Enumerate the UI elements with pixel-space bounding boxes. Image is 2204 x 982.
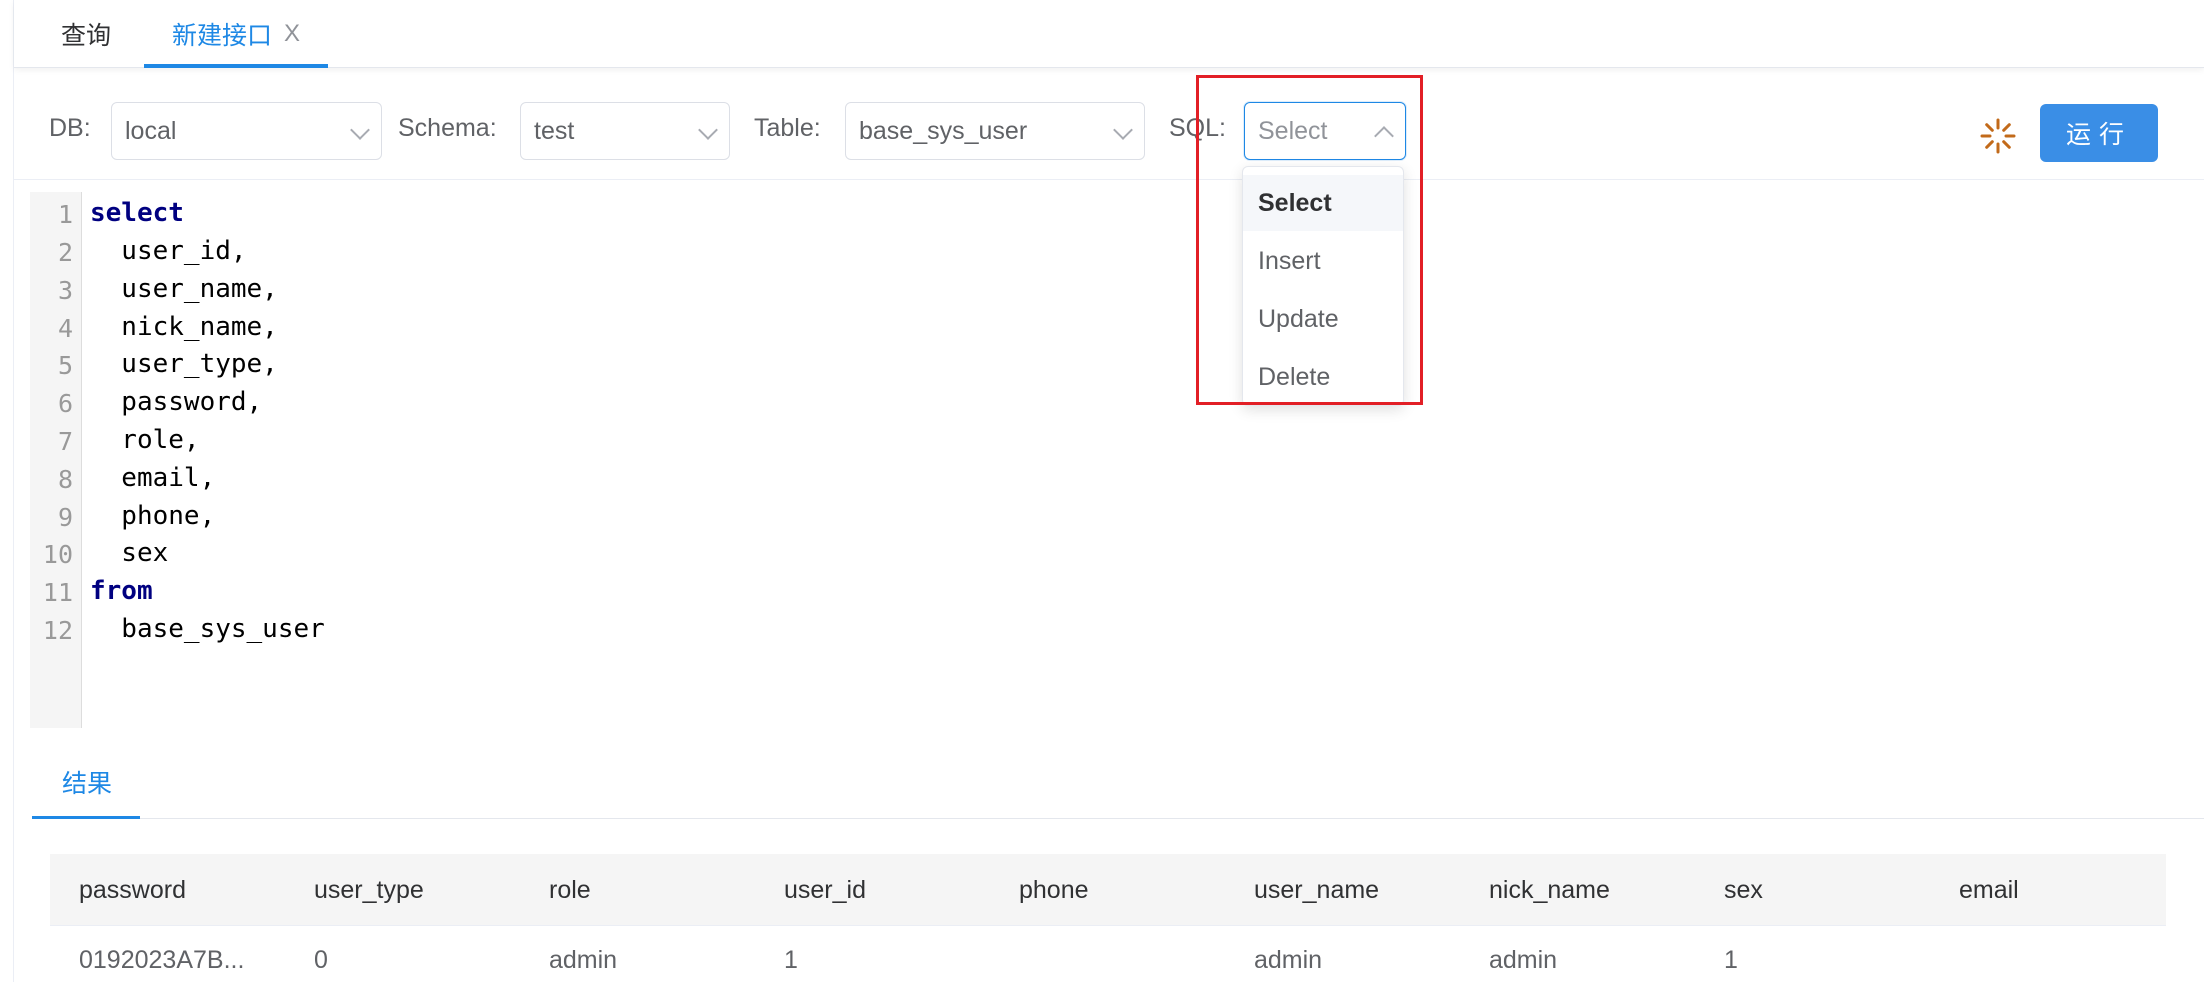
line-number: 1: [57, 200, 73, 229]
chevron-down-icon: [1113, 120, 1133, 140]
tab-new-api-label: 新建接口: [172, 22, 273, 50]
line-number: 11: [42, 578, 73, 607]
db-select-value: local: [125, 116, 177, 145]
column-header[interactable]: nick_name: [1489, 876, 1610, 905]
code-line: user_type,: [90, 349, 278, 379]
run-button[interactable]: 运行: [2040, 104, 2158, 162]
chevron-down-icon: [350, 120, 370, 140]
line-number: 12: [42, 616, 73, 645]
column-header[interactable]: sex: [1724, 876, 1763, 905]
code-line: user_name,: [90, 274, 278, 304]
column-header[interactable]: user_name: [1254, 876, 1379, 905]
table-select-value: base_sys_user: [859, 116, 1028, 145]
column-header[interactable]: password: [79, 876, 186, 905]
table-cell: admin: [1254, 946, 1323, 974]
tab-new-api[interactable]: 新建接口 X: [172, 0, 300, 68]
tab-bar: 查询 新建接口 X: [14, 0, 2204, 68]
code-line: select: [90, 198, 184, 228]
table-cell: 1: [1724, 946, 1738, 974]
column-header[interactable]: user_id: [784, 876, 866, 905]
code-line: email,: [90, 463, 216, 493]
schema-label: Schema:: [398, 114, 497, 142]
query-toolbar: DB: local Schema: test Table: base_sys_u…: [14, 68, 2204, 180]
line-number: 4: [57, 314, 73, 343]
table-cell: 1: [784, 946, 798, 974]
tab-query[interactable]: 查询: [61, 0, 111, 68]
column-header[interactable]: user_type: [314, 876, 424, 905]
code-line: sex: [90, 538, 169, 568]
line-number: 5: [57, 351, 73, 380]
table-cell: admin: [1489, 946, 1558, 974]
tab-query-label: 查询: [61, 22, 112, 50]
schema-select-value: test: [534, 116, 575, 145]
line-number: 9: [57, 503, 73, 532]
left-rail: [0, 0, 14, 982]
column-header[interactable]: role: [549, 876, 591, 905]
highlight-box: [1196, 75, 1423, 405]
table-cell: admin: [549, 946, 618, 974]
db-select[interactable]: local: [111, 102, 382, 160]
column-header[interactable]: email: [1959, 876, 2019, 905]
table-cell: 0192023A7B...: [79, 946, 245, 974]
line-number: 2: [57, 238, 73, 267]
loading-spinner-icon: [1980, 118, 2016, 154]
line-number-gutter: 1 2 3 4 5 6 7 8 9 10 11 12: [30, 192, 82, 728]
code-line: from: [90, 576, 153, 606]
code-line: user_id,: [90, 236, 247, 266]
code-line: nick_name,: [90, 312, 278, 342]
chevron-down-icon: [698, 120, 718, 140]
line-number: 10: [42, 540, 73, 569]
table-label: Table:: [754, 114, 821, 142]
column-header[interactable]: phone: [1019, 876, 1089, 905]
sql-editor[interactable]: 1 2 3 4 5 6 7 8 9 10 11 12 select user_i…: [30, 192, 2204, 728]
line-number: 6: [57, 389, 73, 418]
tab-results[interactable]: 结果: [62, 764, 112, 800]
code-line: password,: [90, 387, 263, 417]
results-tab-divider: [32, 818, 2204, 819]
code-line: base_sys_user: [90, 614, 325, 644]
schema-select[interactable]: test: [520, 102, 730, 160]
line-number: 8: [57, 465, 73, 494]
close-icon[interactable]: X: [284, 20, 300, 48]
line-number: 3: [57, 276, 73, 305]
results-tab-indicator: [32, 816, 140, 819]
table-cell: 0: [314, 946, 328, 974]
code-line: phone,: [90, 501, 216, 531]
code-line: role,: [90, 425, 200, 455]
db-label: DB:: [49, 114, 91, 142]
table-select[interactable]: base_sys_user: [845, 102, 1145, 160]
line-number: 7: [57, 427, 73, 456]
